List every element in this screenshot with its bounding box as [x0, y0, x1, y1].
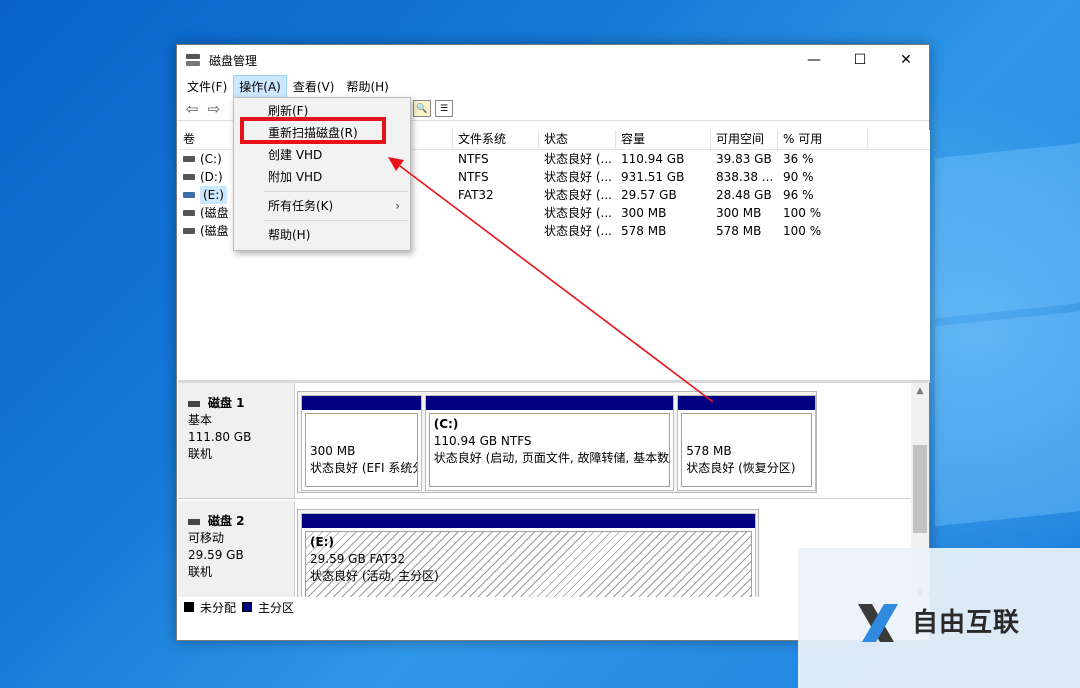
arrow-head	[388, 157, 404, 171]
watermark-text: 自由互联	[912, 608, 1021, 638]
watermark: 自由互联	[798, 548, 1080, 688]
arrow-line	[399, 165, 714, 403]
watermark-logo-icon	[858, 604, 898, 642]
